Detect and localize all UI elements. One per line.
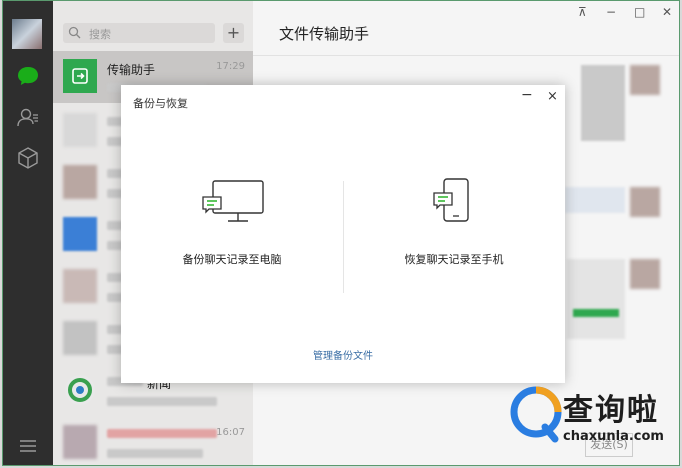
watermark-url: chaxunla.com [563,429,664,444]
watermark-text: 查询啦 [563,393,659,428]
file-transfer-icon [63,59,97,93]
minimize-button[interactable]: − [606,5,616,19]
avatar [630,65,660,95]
chat-time: 16:07 [216,427,245,438]
avatar [63,217,97,251]
menu-icon[interactable] [15,433,41,459]
news-icon [65,375,95,405]
maximize-button[interactable]: □ [634,5,645,19]
dialog-close-button[interactable]: × [547,89,558,104]
avatar [63,165,97,199]
close-button[interactable]: ✕ [662,5,672,19]
message-file[interactable] [565,187,625,213]
add-chat-button[interactable]: + [223,23,244,43]
watermark: 查询啦 chaxunla.com [505,381,679,465]
left-rail [3,1,53,465]
restore-to-phone-label: 恢复聊天记录至手机 [404,253,504,266]
chat-time: 17:29 [216,61,245,72]
dialog-title: 备份与恢复 [133,97,188,110]
avatar [63,321,97,355]
message-image-accent [573,309,619,317]
avatar [63,425,97,459]
page-title: 文件传输助手 [279,25,370,43]
avatar [630,259,660,289]
restore-to-phone-option[interactable]: 恢复聊天记录至手机 [343,177,565,277]
chat-name: 传输助手 [107,63,156,77]
chat-item[interactable]: 16:07 [53,417,253,465]
search-placeholder: 搜索 [89,28,111,41]
message-image[interactable] [581,65,625,141]
backup-to-pc-option[interactable]: 备份聊天记录至电脑 [121,177,343,277]
avatar [63,113,97,147]
mini-programs-icon[interactable] [15,145,41,171]
dialog-minimize-button[interactable]: − [521,87,533,103]
search-icon [68,26,81,39]
wechat-window: 搜索 + 传输助手 17:29 新闻 16:07 文件传输助手 ⊼ − □ ✕ … [2,0,680,466]
contacts-icon[interactable] [15,105,41,131]
avatar [630,187,660,217]
computer-icon [202,180,264,222]
phone-icon [433,178,469,222]
search-box[interactable]: 搜索 [63,23,215,43]
backup-restore-dialog: 备份与恢复 − × 备份聊天记录至电脑 恢复聊天记录至手机 管理备份文件 [121,85,565,383]
watermark-logo-icon [510,386,562,443]
backup-to-pc-label: 备份聊天记录至电脑 [182,253,282,266]
manage-backup-files-link[interactable]: 管理备份文件 [121,347,565,362]
divider [253,55,679,56]
user-avatar[interactable] [12,19,42,49]
avatar [63,269,97,303]
chat-icon[interactable] [15,63,41,89]
message-image[interactable] [567,259,625,339]
pin-button[interactable]: ⊼ [578,5,587,19]
